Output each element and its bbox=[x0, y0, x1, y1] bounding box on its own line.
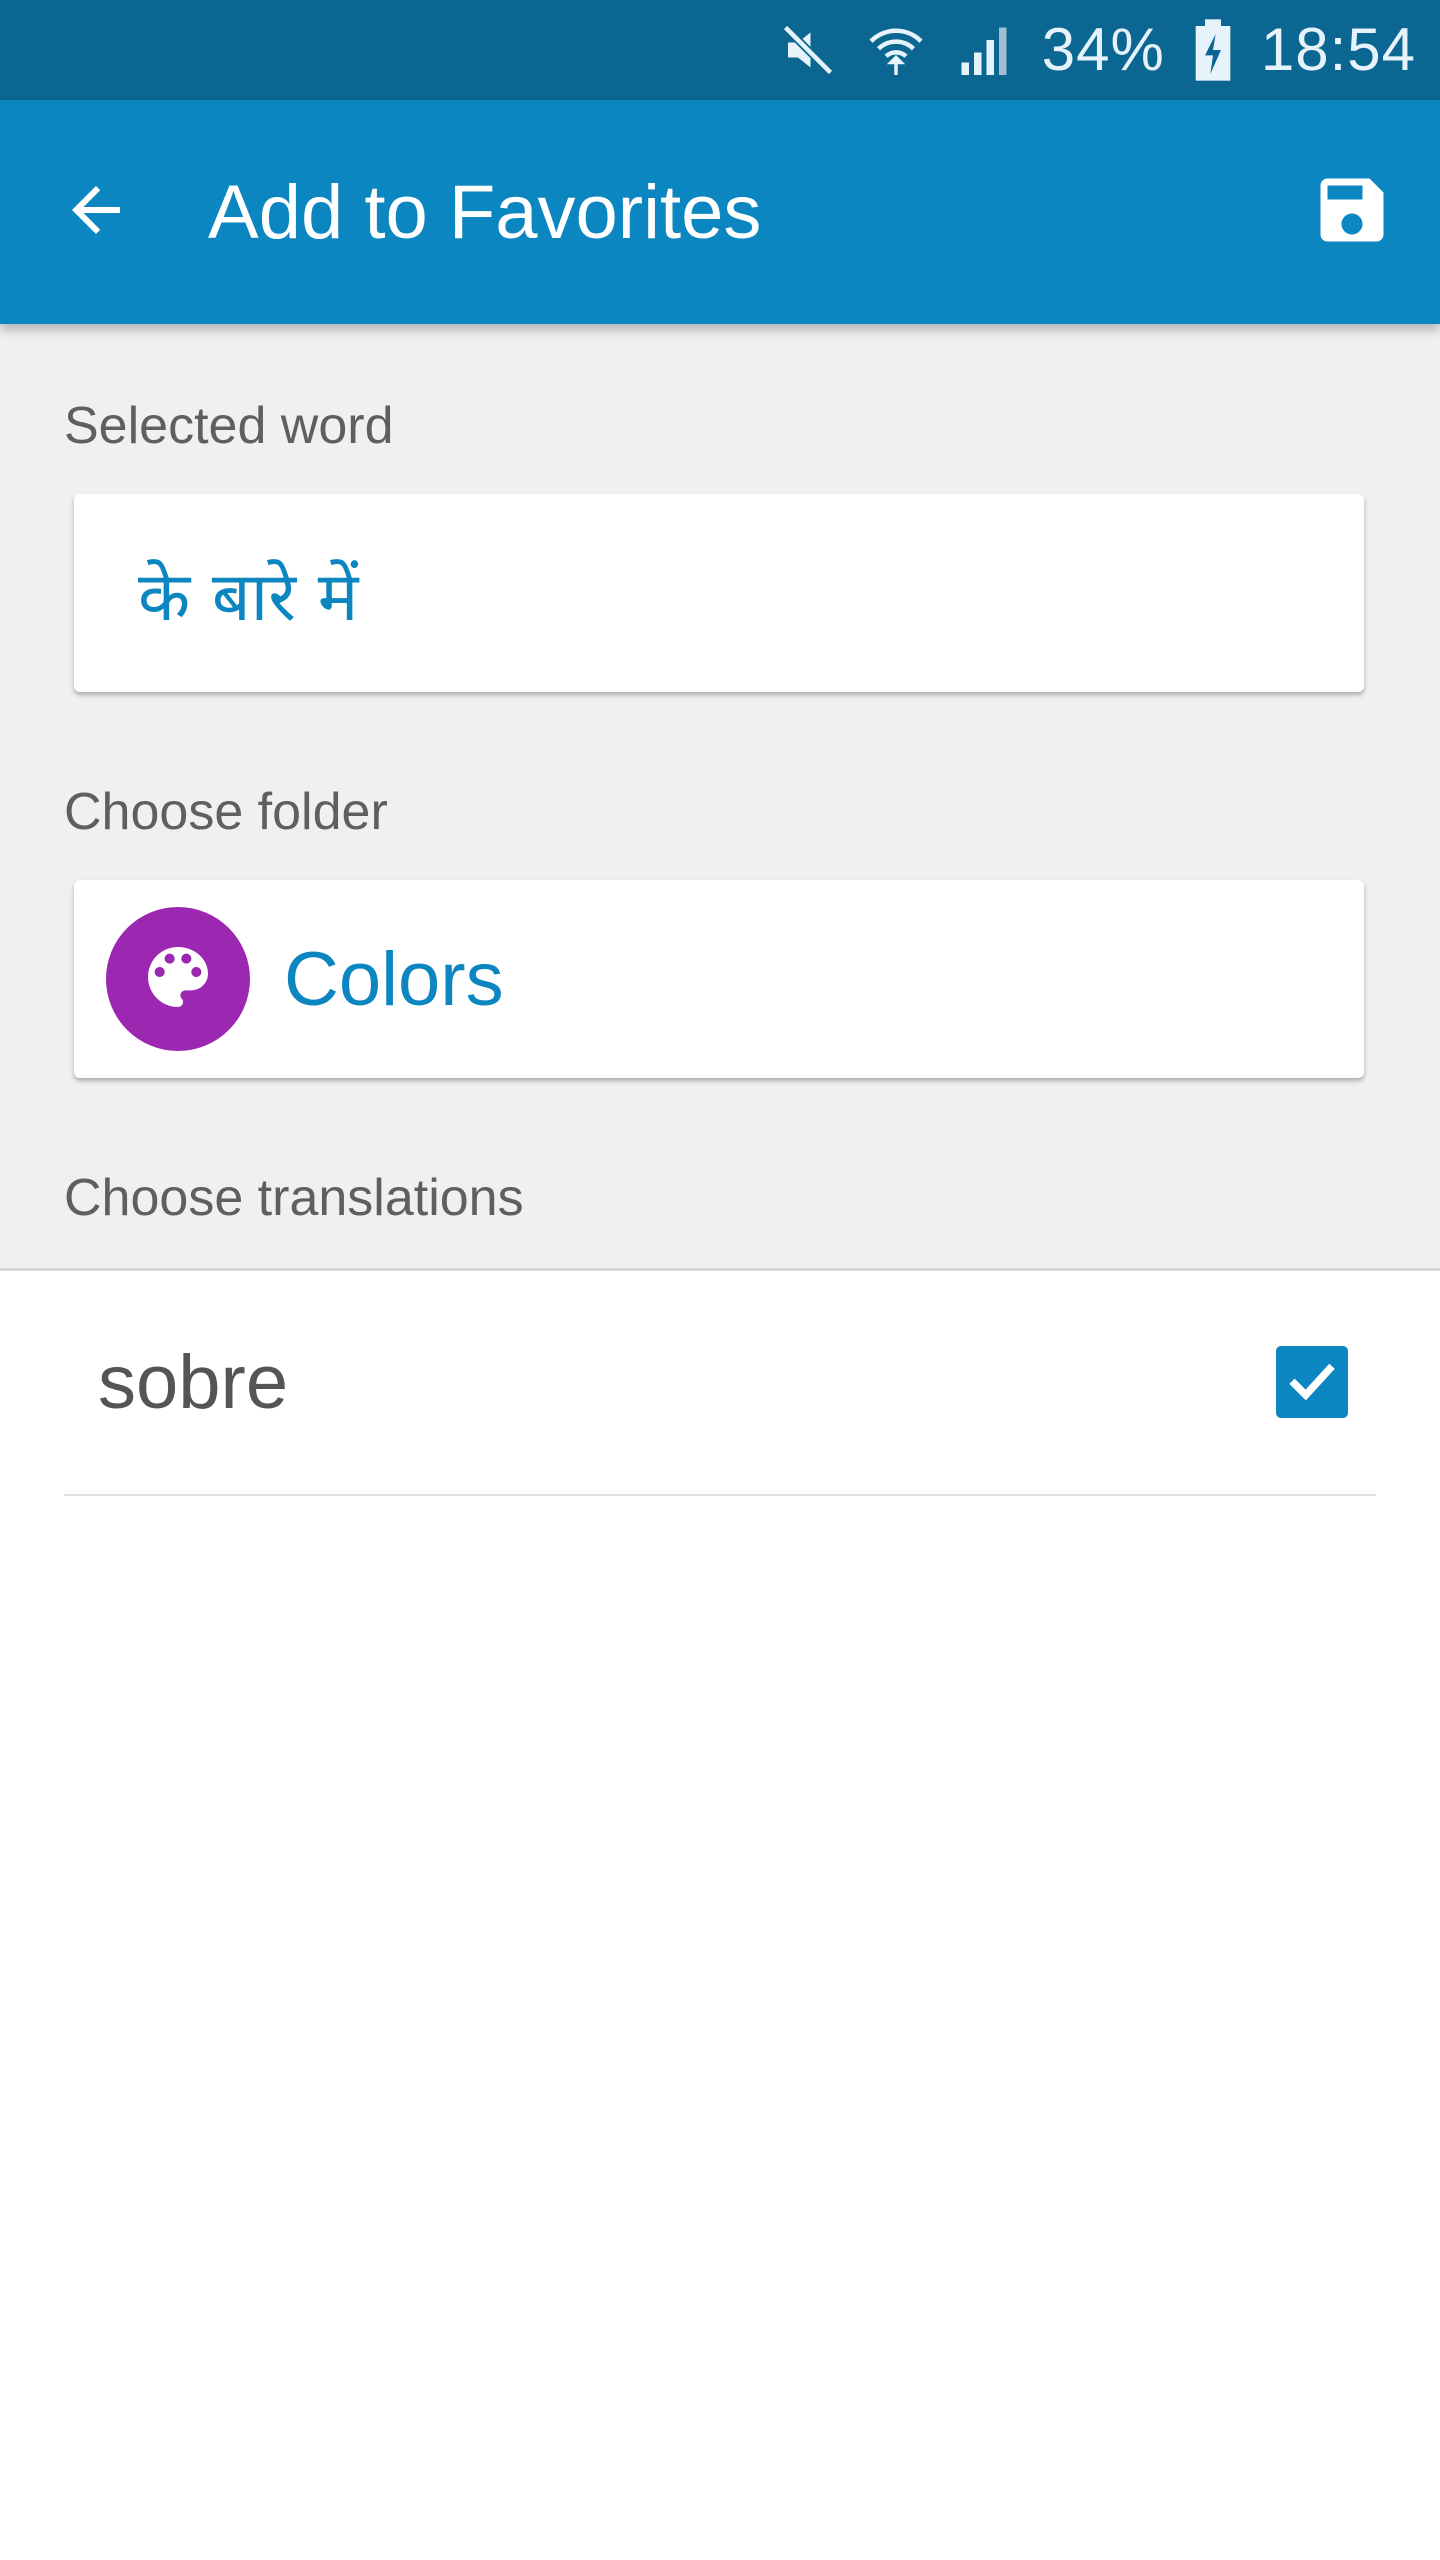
translation-item[interactable]: sobre bbox=[64, 1270, 1376, 1496]
battery-charging-icon bbox=[1193, 18, 1233, 82]
selected-word-value: के बारे में bbox=[138, 557, 359, 637]
wifi-icon bbox=[866, 20, 926, 80]
choose-folder-label: Choose folder bbox=[64, 783, 388, 841]
page-title: Add to Favorites bbox=[208, 169, 762, 255]
status-icons: 34% 18:54 bbox=[778, 0, 1416, 100]
translation-checkbox[interactable] bbox=[1276, 1346, 1348, 1418]
folder-name: Colors bbox=[284, 936, 504, 1022]
translation-text: sobre bbox=[98, 1339, 289, 1425]
selected-word-label: Selected word bbox=[64, 397, 394, 455]
selected-word-card[interactable]: के बारे में bbox=[74, 494, 1364, 692]
palette-icon bbox=[138, 937, 218, 1022]
mute-icon bbox=[778, 20, 838, 80]
folder-selector[interactable]: Colors bbox=[74, 880, 1364, 1078]
choose-translations-label: Choose translations bbox=[64, 1169, 524, 1227]
clock: 18:54 bbox=[1260, 16, 1416, 83]
signal-icon bbox=[954, 20, 1014, 80]
form-area: Selected word के बारे में Choose folder … bbox=[0, 324, 1440, 1271]
app-bar: Add to Favorites bbox=[0, 100, 1440, 324]
battery-percent: 34% bbox=[1041, 16, 1165, 83]
back-button[interactable] bbox=[48, 164, 144, 260]
arrow-back-icon bbox=[60, 174, 132, 251]
save-button[interactable] bbox=[1304, 164, 1400, 260]
check-icon bbox=[1282, 1350, 1342, 1415]
folder-avatar bbox=[106, 907, 250, 1051]
status-bar: 34% 18:54 bbox=[0, 0, 1440, 100]
save-icon bbox=[1310, 168, 1394, 257]
